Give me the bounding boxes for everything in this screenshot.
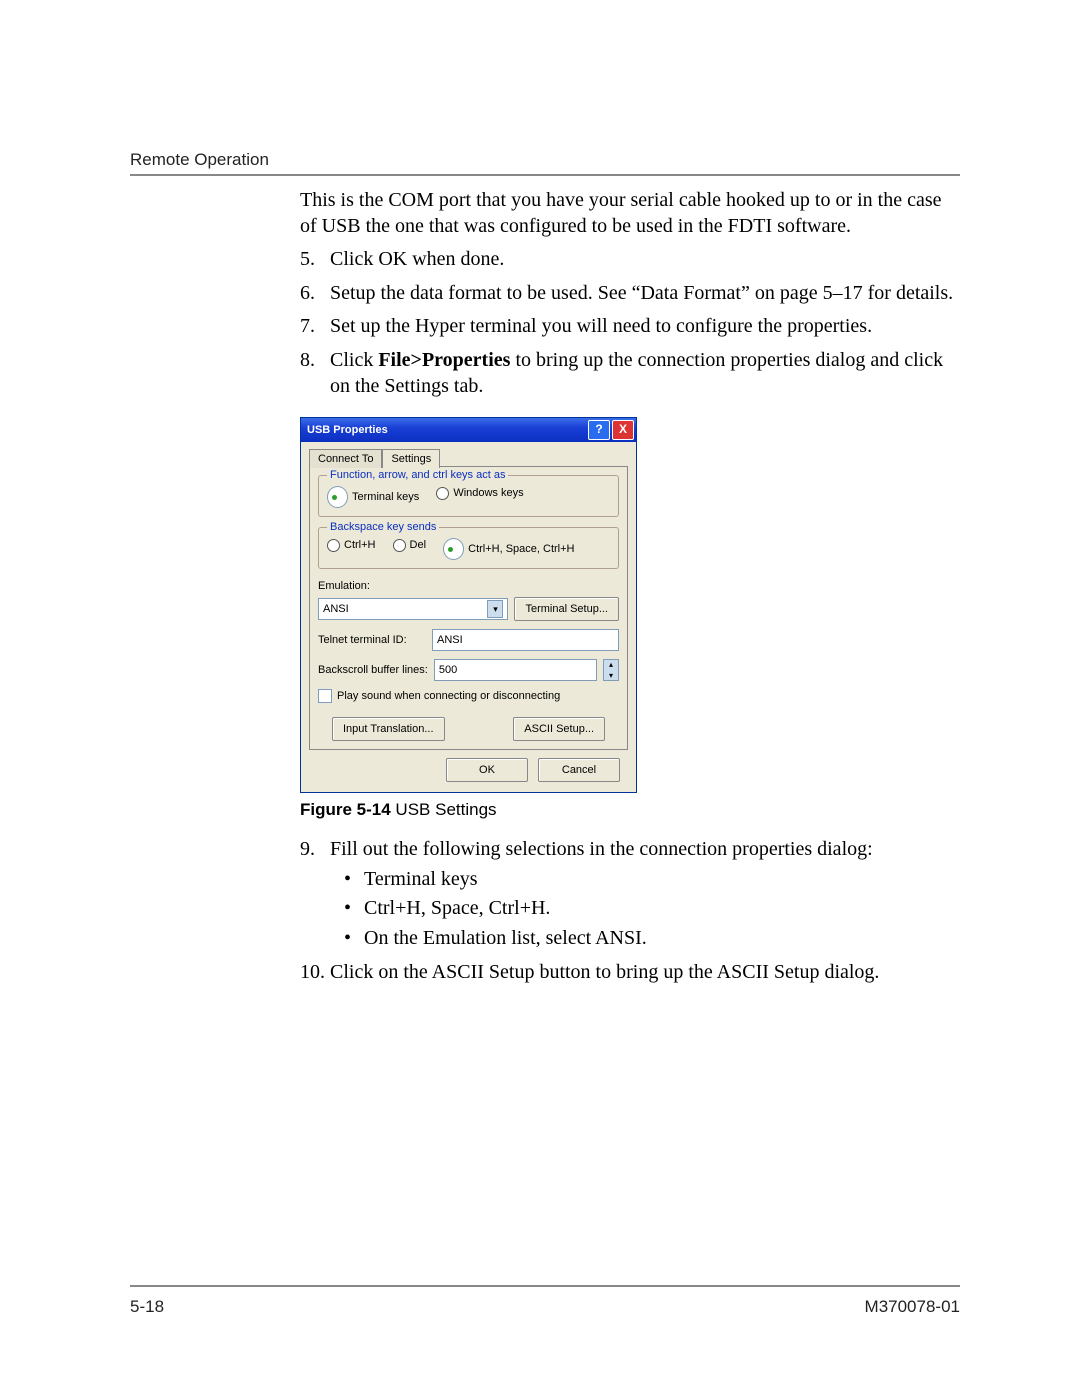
- terminal-setup-button[interactable]: Terminal Setup...: [514, 597, 619, 621]
- step-number: 6.: [300, 281, 315, 307]
- group-title: Backspace key sends: [327, 520, 439, 534]
- usb-properties-dialog: USB Properties ? X Connect To Settings F…: [300, 417, 637, 793]
- step-number: 7.: [300, 314, 315, 340]
- step-text: Click File>Properties to bring up the co…: [330, 349, 943, 397]
- bullet-item: Terminal keys: [330, 867, 960, 893]
- group-backspace: Backspace key sends Ctrl+H Del Ctrl+H, S…: [318, 527, 619, 569]
- chevron-down-icon[interactable]: ▾: [487, 600, 503, 618]
- checkbox-icon[interactable]: [318, 689, 332, 703]
- step-6: 6. Setup the data format to be used. See…: [300, 281, 960, 307]
- step-9: 9. Fill out the following selections in …: [300, 837, 960, 951]
- input-translation-button[interactable]: Input Translation...: [332, 717, 445, 741]
- tab-settings[interactable]: Settings: [382, 449, 440, 468]
- cancel-button[interactable]: Cancel: [538, 758, 620, 782]
- backscroll-field[interactable]: 500: [434, 659, 597, 681]
- doc-number: M370078-01: [865, 1297, 960, 1317]
- group-function-keys: Function, arrow, and ctrl keys act as Te…: [318, 475, 619, 517]
- step-number: 5.: [300, 247, 315, 273]
- radio-ctrlh-space[interactable]: Ctrl+H, Space, Ctrl+H: [443, 538, 574, 560]
- backscroll-stepper[interactable]: ▴▾: [603, 659, 619, 681]
- help-icon[interactable]: ?: [588, 420, 610, 440]
- backscroll-label: Backscroll buffer lines:: [318, 663, 428, 677]
- step-10: 10. Click on the ASCII Setup button to b…: [300, 960, 960, 986]
- dialog-titlebar[interactable]: USB Properties ? X: [301, 418, 636, 442]
- emulation-value: ANSI: [323, 602, 349, 616]
- figure-caption: Figure 5-14 USB Settings: [300, 799, 960, 821]
- intro-paragraph: This is the COM port that you have your …: [300, 188, 960, 239]
- emulation-label: Emulation:: [318, 579, 619, 593]
- telnet-id-field[interactable]: ANSI: [432, 629, 619, 651]
- radio-ctrlh[interactable]: Ctrl+H: [327, 538, 375, 552]
- step-text: Set up the Hyper terminal you will need …: [330, 315, 872, 337]
- step-text: Setup the data format to be used. See “D…: [330, 282, 953, 304]
- radio-windows-keys[interactable]: Windows keys: [436, 486, 523, 500]
- tab-connect-to[interactable]: Connect To: [309, 449, 382, 468]
- ok-button[interactable]: OK: [446, 758, 528, 782]
- step-text: Click OK when done.: [330, 248, 504, 270]
- playsound-label: Play sound when connecting or disconnect…: [337, 690, 560, 702]
- radio-del[interactable]: Del: [393, 538, 427, 552]
- step-5: 5. Click OK when done.: [300, 247, 960, 273]
- header-rule: [130, 174, 960, 176]
- step-number: 9.: [300, 837, 315, 863]
- section-header: Remote Operation: [130, 150, 960, 170]
- bullet-item: On the Emulation list, select ANSI.: [330, 926, 960, 952]
- group-title: Function, arrow, and ctrl keys act as: [327, 468, 508, 482]
- step-text: Click on the ASCII Setup button to bring…: [330, 961, 879, 983]
- playsound-checkbox-row[interactable]: Play sound when connecting or disconnect…: [318, 689, 619, 703]
- radio-terminal-keys[interactable]: Terminal keys: [327, 486, 419, 508]
- telnet-id-label: Telnet terminal ID:: [318, 633, 426, 647]
- close-icon[interactable]: X: [612, 420, 634, 440]
- step-number: 8.: [300, 348, 315, 374]
- page-number: 5-18: [130, 1297, 164, 1317]
- step-7: 7. Set up the Hyper terminal you will ne…: [300, 314, 960, 340]
- bullet-item: Ctrl+H, Space, Ctrl+H.: [330, 896, 960, 922]
- ascii-setup-button[interactable]: ASCII Setup...: [513, 717, 605, 741]
- dialog-title: USB Properties: [307, 423, 388, 437]
- step-8: 8. Click File>Properties to bring up the…: [300, 348, 960, 399]
- emulation-select[interactable]: ANSI ▾: [318, 598, 508, 620]
- step-number: 10.: [300, 960, 325, 986]
- step-text: Fill out the following selections in the…: [330, 838, 873, 860]
- footer-rule: [130, 1285, 960, 1287]
